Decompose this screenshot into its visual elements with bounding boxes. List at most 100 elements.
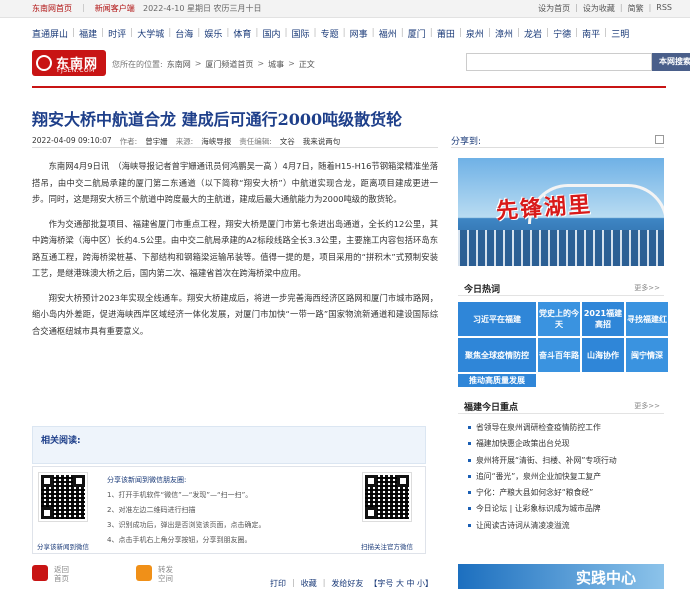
set-homepage-link[interactable]: 设为首页 xyxy=(538,3,570,14)
banner-text: 先锋湖里 xyxy=(495,191,593,225)
article-body: 东南网4月9日讯 （海峡导报记者曾宇姗通讯员何鸿鹏吴一高 ）4月7日，随着H15… xyxy=(32,158,438,347)
logo-bar: 东南网 FJSEN.COM 您所在的位置: 东南网 > 厦门频道首页 > 城事 … xyxy=(32,50,690,76)
bottom-tools: 返回 首页 转发 空间 打印 | 收藏 | 发给好友 【字号 大 中 小】 xyxy=(32,562,438,589)
news-item[interactable]: 追问“番光”，泉州企业加快复工复产 xyxy=(468,469,664,485)
nav-item[interactable]: 莆田 xyxy=(437,27,455,40)
key-news-list: 省领导在泉州调研检查疫情防控工作 福建加快惠企政策出台兑现 泉州将开展“清街、扫楼、… xyxy=(468,420,664,534)
home-link[interactable]: 东南网首页 xyxy=(32,3,72,14)
favorite-link[interactable]: 设为收藏 xyxy=(583,3,615,14)
nav-divider: | xyxy=(604,28,608,38)
nav-item[interactable]: 直通屏山 xyxy=(32,27,68,40)
send-friend-link[interactable]: 发给好友 xyxy=(331,578,363,589)
qr-caption-right: 扫描关注官方微信 xyxy=(361,543,413,551)
comment-link[interactable]: 我来说两句 xyxy=(303,136,341,147)
source-name: 海峡导报 xyxy=(201,137,232,146)
breadcrumb-sep: > xyxy=(257,59,265,68)
news-item[interactable]: 泉州将开展“清街、扫楼、补网”专项行动 xyxy=(468,453,664,469)
repost-line: 转发 xyxy=(158,565,173,574)
traditional-link[interactable]: 简繁 xyxy=(628,3,644,14)
hot-word-tile[interactable]: 2021福建高招 xyxy=(582,302,624,336)
back-home-link[interactable]: 返回 首页 xyxy=(54,565,69,583)
nav-divider: | xyxy=(72,28,76,38)
qr-eye xyxy=(365,475,377,487)
news-item[interactable]: 宁化：产粮大县如何念好“粮食经” xyxy=(468,485,664,501)
editor-name: 文谷 xyxy=(279,137,295,146)
banner2-text: 实践中心 xyxy=(576,569,637,587)
rss-link[interactable]: RSS xyxy=(656,3,672,14)
nav-divider: | xyxy=(197,28,201,38)
divider: | xyxy=(619,3,623,12)
nav-item[interactable]: 厦门 xyxy=(408,27,426,40)
nav-divider: | xyxy=(101,28,105,38)
sidebar-banner[interactable]: 先锋湖里 xyxy=(458,158,664,266)
divider: | xyxy=(575,3,578,12)
nav-item[interactable]: 福建 xyxy=(79,27,97,40)
nav-item[interactable]: 时评 xyxy=(108,27,126,40)
back-home-line: 首页 xyxy=(54,574,69,583)
nav-item[interactable]: 国内 xyxy=(262,27,280,40)
nav-divider: | xyxy=(487,28,491,38)
search-input[interactable] xyxy=(466,53,652,71)
repost-icon[interactable] xyxy=(136,565,152,581)
news-item[interactable]: 今日论坛 | 让彩象标识成为城市品牌 xyxy=(468,501,664,517)
nav-divider: | xyxy=(546,28,550,38)
favorite-article-link[interactable]: 收藏 xyxy=(301,578,317,589)
qr-eye xyxy=(41,475,53,487)
logo-mark-icon xyxy=(36,55,52,71)
hot-word-tile[interactable]: 寻找福建红 xyxy=(626,302,668,336)
top-links: 东南网首页 | 新闻客户端 xyxy=(32,3,135,14)
breadcrumb-item[interactable]: 东南网 xyxy=(167,59,191,70)
news-item[interactable]: 让阅读古诗词从清凌凌溢流 xyxy=(468,518,664,534)
hot-word-tile[interactable]: 奋斗百年路 xyxy=(538,338,580,372)
share-icon[interactable] xyxy=(655,135,664,144)
qr-eye xyxy=(73,475,85,487)
hot-word-tile[interactable]: 闽宁情深 xyxy=(626,338,668,372)
qr-eye xyxy=(365,507,377,519)
nav-item[interactable]: 专题 xyxy=(321,27,339,40)
news-item[interactable]: 福建加快惠企政策出台兑现 xyxy=(468,436,664,452)
nav-divider: | xyxy=(516,28,520,38)
nav-item[interactable]: 网事 xyxy=(350,27,368,40)
article-paragraph: 东南网4月9日讯 （海峡导报记者曾宇姗通讯员何鸿鹏吴一高 ）4月7日，随着H15… xyxy=(32,161,438,204)
nav-divider: | xyxy=(371,28,375,38)
nav-item[interactable]: 三明 xyxy=(611,27,629,40)
nav-item[interactable]: 体育 xyxy=(233,27,251,40)
breadcrumb-sep: > xyxy=(288,59,295,68)
hot-words-grid: 习近平在福建 党史上的今天 2021福建高招 寻找福建红聚焦全球疫情防控 奋斗百年路 山海… xyxy=(458,302,668,387)
client-link[interactable]: 新闻客户端 xyxy=(95,3,135,14)
hot-word-tile[interactable]: 党史上的今天 xyxy=(538,302,580,336)
practice-center-banner[interactable]: 实践中心 xyxy=(458,564,664,589)
nav-item[interactable]: 大学城 xyxy=(137,27,164,40)
nav-item[interactable]: 龙岩 xyxy=(524,27,542,40)
breadcrumb-item[interactable]: 厦门频道首页 xyxy=(205,59,253,70)
hot-words-title: 今日热词 xyxy=(464,285,501,295)
breadcrumb-item[interactable]: 城事 xyxy=(268,59,284,70)
hot-word-tile[interactable]: 推动高质量发展 xyxy=(458,374,536,387)
nav-item[interactable]: 南平 xyxy=(582,27,600,40)
home-icon[interactable] xyxy=(32,565,48,581)
nav-item[interactable]: 泉州 xyxy=(466,27,484,40)
nav-item[interactable]: 宁德 xyxy=(553,27,571,40)
nav-divider: | xyxy=(130,28,134,38)
hot-word-tile[interactable]: 聚焦全球疫情防控 xyxy=(458,338,536,372)
print-link[interactable]: 打印 xyxy=(270,578,286,589)
nav-item[interactable]: 福州 xyxy=(379,27,397,40)
more-link[interactable]: 更多>> xyxy=(634,283,660,293)
hot-word-tile[interactable]: 山海协作 xyxy=(582,338,624,372)
divider: | xyxy=(322,578,326,587)
source-label: 来源: xyxy=(175,137,194,146)
site-logo[interactable]: 东南网 FJSEN.COM xyxy=(32,50,106,76)
nav-item[interactable]: 国际 xyxy=(292,27,310,40)
nav-item[interactable]: 台海 xyxy=(175,27,193,40)
nav-item[interactable]: 娱乐 xyxy=(204,27,222,40)
more-link[interactable]: 更多>> xyxy=(634,401,660,411)
nav-item[interactable]: 漳州 xyxy=(495,27,513,40)
repost-link[interactable]: 转发 空间 xyxy=(158,565,173,583)
hot-word-tile[interactable]: 习近平在福建 xyxy=(458,302,536,336)
key-news-header: 福建今日重点 更多>> xyxy=(458,398,664,414)
font-size-control[interactable]: 【字号 大 中 小】 xyxy=(369,578,433,589)
editor-label: 责任编辑: xyxy=(239,137,272,146)
nav-divider: | xyxy=(313,28,317,38)
news-item[interactable]: 省领导在泉州调研检查疫情防控工作 xyxy=(468,420,664,436)
search-button[interactable]: 本网搜索 xyxy=(652,53,690,71)
